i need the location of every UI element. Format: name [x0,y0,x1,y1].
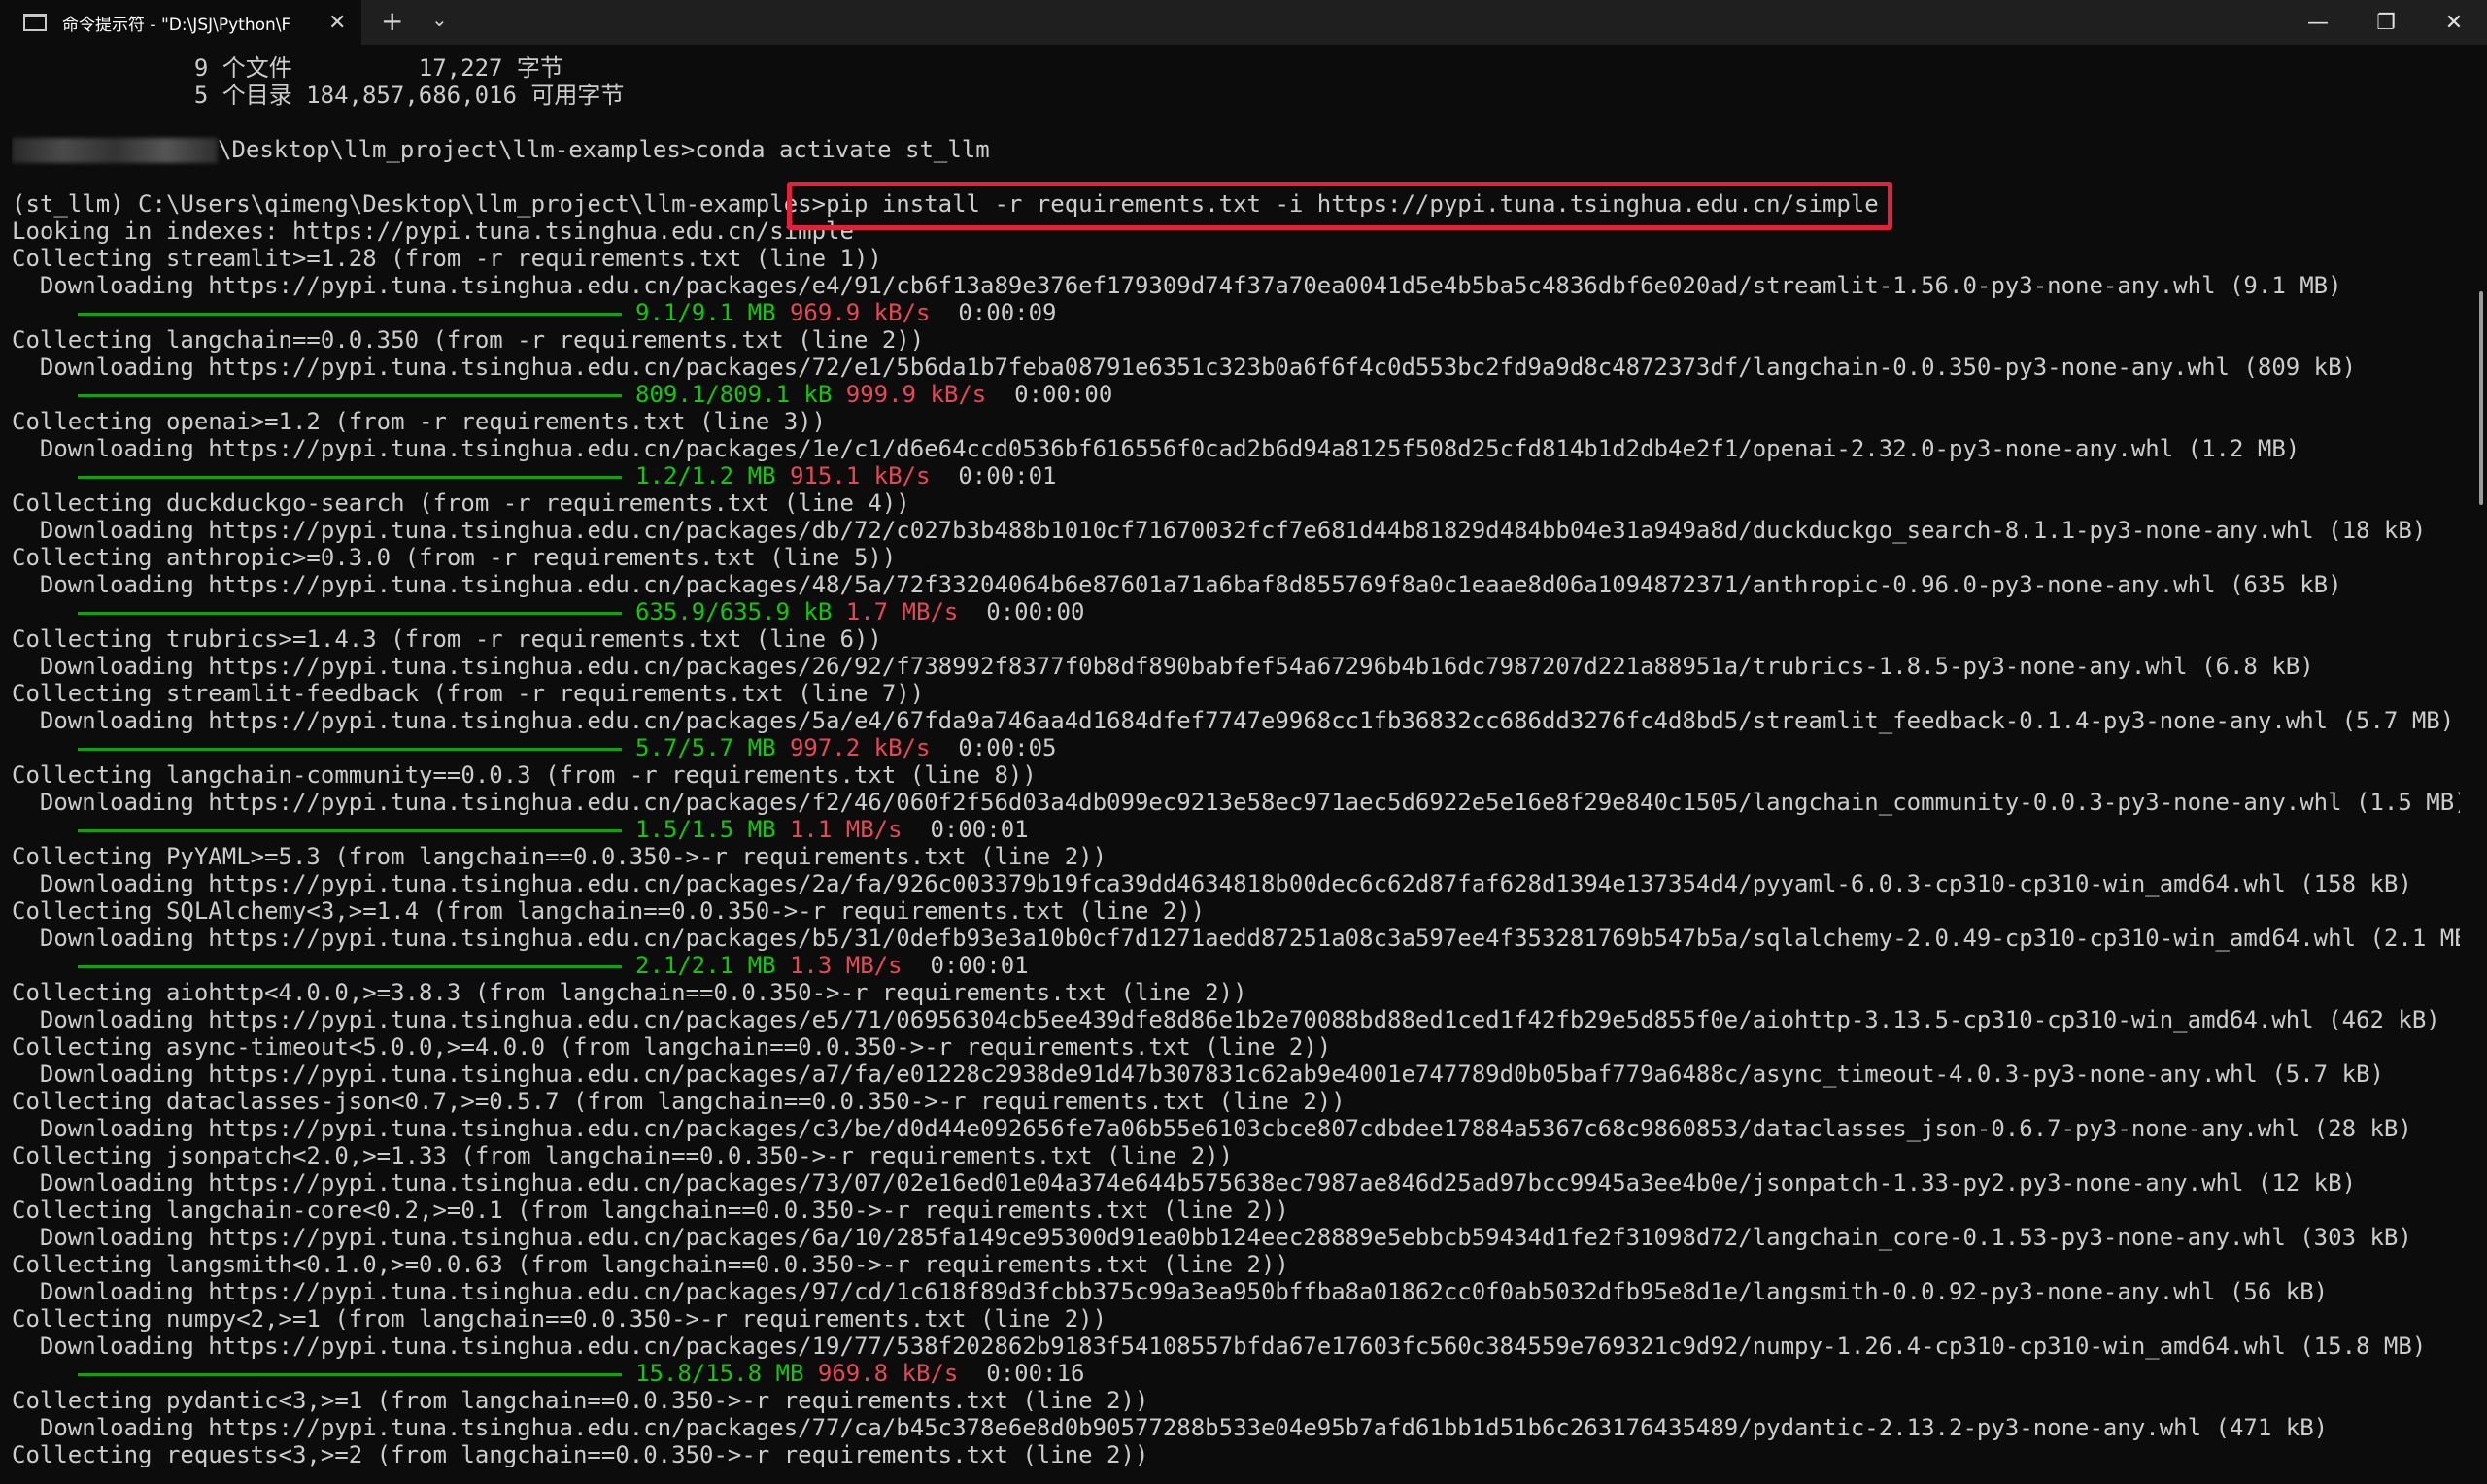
maximize-button[interactable]: ❐ [2355,0,2417,45]
downloading-line: Downloading https://pypi.tuna.tsinghua.e… [12,925,2460,952]
progress-line: 15.8/15.8 MB 969.8 kB/s 0:00:16 [12,1360,2460,1387]
progress-bar [78,964,622,968]
downloading-line: Downloading https://pypi.tuna.tsinghua.e… [12,1278,2329,1305]
collecting-line: Collecting openai>=1.2 (from -r requirem… [12,408,827,435]
progress-bar [78,312,622,316]
downloading-line: Downloading https://pypi.tuna.tsinghua.e… [12,707,2455,734]
conda-command: \Desktop\llm_project\llm-examples>conda … [218,136,990,163]
redacted-path [12,138,218,163]
downloading-line: Downloading https://pypi.tuna.tsinghua.e… [12,1169,2357,1197]
downloading-line: Downloading https://pypi.tuna.tsinghua.e… [12,789,2460,816]
collecting-line: Collecting anthropic>=0.3.0 (from -r req… [12,544,897,571]
progress-line: 635.9/635.9 kB 1.7 MB/s 0:00:00 [12,598,2460,625]
progress-line: 2.1/2.1 MB 1.3 MB/s 0:00:01 [12,952,2460,979]
progress-bar [78,828,622,832]
new-tab-button[interactable]: + [381,5,403,37]
chevron-down-icon[interactable]: ⌄ [431,8,448,31]
download-size: 635.9/635.9 kB [635,598,833,625]
collecting-line: Collecting streamlit-feedback (from -r r… [12,680,925,707]
collecting-line: Collecting trubrics>=1.4.3 (from -r requ… [12,625,882,653]
close-tab-icon[interactable]: ✕ [328,11,346,35]
install-log: Collecting streamlit>=1.28 (from -r requ… [12,245,2460,1468]
download-size: 9.1/9.1 MB [635,299,776,326]
collecting-line: Collecting pydantic<3,>=1 (from langchai… [12,1387,1149,1414]
download-size: 15.8/15.8 MB [635,1360,804,1387]
downloading-line: Downloading https://pypi.tuna.tsinghua.e… [12,1115,2412,1142]
download-size: 2.1/2.1 MB [635,952,776,979]
download-eta: 0:00:05 [930,734,1057,761]
progress-bar [78,475,622,479]
collecting-line: Collecting streamlit>=1.28 (from -r requ… [12,245,882,272]
terminal-tab[interactable]: 命令提示符 - "D:\JSJ\Python\F ✕ [0,0,361,45]
prompt: (st_llm) C:\Users\qimeng\Desktop\llm_pro… [12,190,827,218]
downloading-line: Downloading https://pypi.tuna.tsinghua.e… [12,1006,2440,1033]
download-size: 5.7/5.7 MB [635,734,776,761]
command-highlight-box [787,182,1892,230]
download-size: 1.5/1.5 MB [635,816,776,843]
collecting-line: Collecting PyYAML>=5.3 (from langchain==… [12,843,1107,870]
downloading-line: Downloading https://pypi.tuna.tsinghua.e… [12,272,2342,299]
progress-line: 809.1/809.1 kB 999.9 kB/s 0:00:00 [12,381,2460,408]
progress-bar [78,611,622,615]
downloading-line: Downloading https://pypi.tuna.tsinghua.e… [12,1061,2384,1088]
download-speed: 969.8 kB/s [803,1360,959,1387]
downloading-line: Downloading https://pypi.tuna.tsinghua.e… [12,435,2300,462]
minimize-button[interactable]: — [2287,0,2349,45]
collecting-line: Collecting langchain-community==0.0.3 (f… [12,761,1037,789]
collecting-line: Collecting langsmith<0.1.0,>=0.0.63 (fro… [12,1251,1289,1278]
collecting-line: Collecting requests<3,>=2 (from langchai… [12,1441,1149,1468]
collecting-line: Collecting numpy<2,>=1 (from langchain==… [12,1305,1107,1332]
download-eta: 0:00:00 [958,598,1085,625]
download-speed: 1.3 MB/s [775,952,903,979]
progress-bar [78,747,622,751]
downloading-line: Downloading https://pypi.tuna.tsinghua.e… [12,1332,2427,1360]
download-speed: 999.9 kB/s [832,381,987,408]
collecting-line: Collecting SQLAlchemy<3,>=1.4 (from lang… [12,897,1206,925]
downloading-line: Downloading https://pypi.tuna.tsinghua.e… [12,517,2427,544]
download-speed: 969.9 kB/s [775,299,931,326]
scrollbar[interactable] [2479,291,2483,505]
conda-line: \Desktop\llm_project\llm-examples>conda … [12,136,2460,163]
download-eta: 0:00:16 [958,1360,1085,1387]
downloading-line: Downloading https://pypi.tuna.tsinghua.e… [12,653,2314,680]
download-speed: 1.7 MB/s [832,598,959,625]
download-eta: 0:00:01 [902,952,1029,979]
collecting-line: Collecting duckduckgo-search (from -r re… [12,489,910,517]
downloading-line: Downloading https://pypi.tuna.tsinghua.e… [12,354,2357,381]
title-bar: 命令提示符 - "D:\JSJ\Python\F ✕ + ⌄ — ❐ ✕ [0,0,2487,45]
collecting-line: Collecting async-timeout<5.0.0,>=4.0.0 (… [12,1033,1332,1061]
terminal-icon [23,14,47,31]
download-eta: 0:00:00 [986,381,1113,408]
close-button[interactable]: ✕ [2423,0,2485,45]
progress-bar [78,393,622,397]
collecting-line: Collecting langchain-core<0.2,>=0.1 (fro… [12,1197,1289,1224]
downloading-line: Downloading https://pypi.tuna.tsinghua.e… [12,870,2412,897]
downloading-line: Downloading https://pypi.tuna.tsinghua.e… [12,1414,2329,1441]
progress-line: 5.7/5.7 MB 997.2 kB/s 0:00:05 [12,734,2460,761]
download-eta: 0:00:01 [902,816,1029,843]
collecting-line: Collecting aiohttp<4.0.0,>=3.8.3 (from l… [12,979,1247,1006]
downloading-line: Downloading https://pypi.tuna.tsinghua.e… [12,571,2342,598]
collecting-line: Collecting jsonpatch<2.0,>=1.33 (from la… [12,1142,1234,1169]
download-eta: 0:00:01 [930,462,1057,489]
progress-bar [78,1372,622,1376]
download-size: 809.1/809.1 kB [635,381,833,408]
downloading-line: Downloading https://pypi.tuna.tsinghua.e… [12,1224,2412,1251]
dirs-summary: 5 个目录 184,857,686,016 可用字节 [12,82,625,109]
collecting-line: Collecting dataclasses-json<0.7,>=0.5.7 … [12,1088,1346,1115]
terminal-output[interactable]: 9 个文件 17,227 字节 5 个目录 184,857,686,016 可用… [12,54,2460,1484]
download-eta: 0:00:09 [930,299,1057,326]
download-size: 1.2/1.2 MB [635,462,776,489]
progress-line: 1.5/1.5 MB 1.1 MB/s 0:00:01 [12,816,2460,843]
progress-line: 1.2/1.2 MB 915.1 kB/s 0:00:01 [12,462,2460,489]
files-summary: 9 个文件 17,227 字节 [12,54,563,82]
tab-title: 命令提示符 - "D:\JSJ\Python\F [62,15,291,35]
download-speed: 915.1 kB/s [775,462,931,489]
download-speed: 997.2 kB/s [775,734,931,761]
collecting-line: Collecting langchain==0.0.350 (from -r r… [12,326,925,354]
progress-line: 9.1/9.1 MB 969.9 kB/s 0:00:09 [12,299,2460,326]
download-speed: 1.1 MB/s [775,816,903,843]
